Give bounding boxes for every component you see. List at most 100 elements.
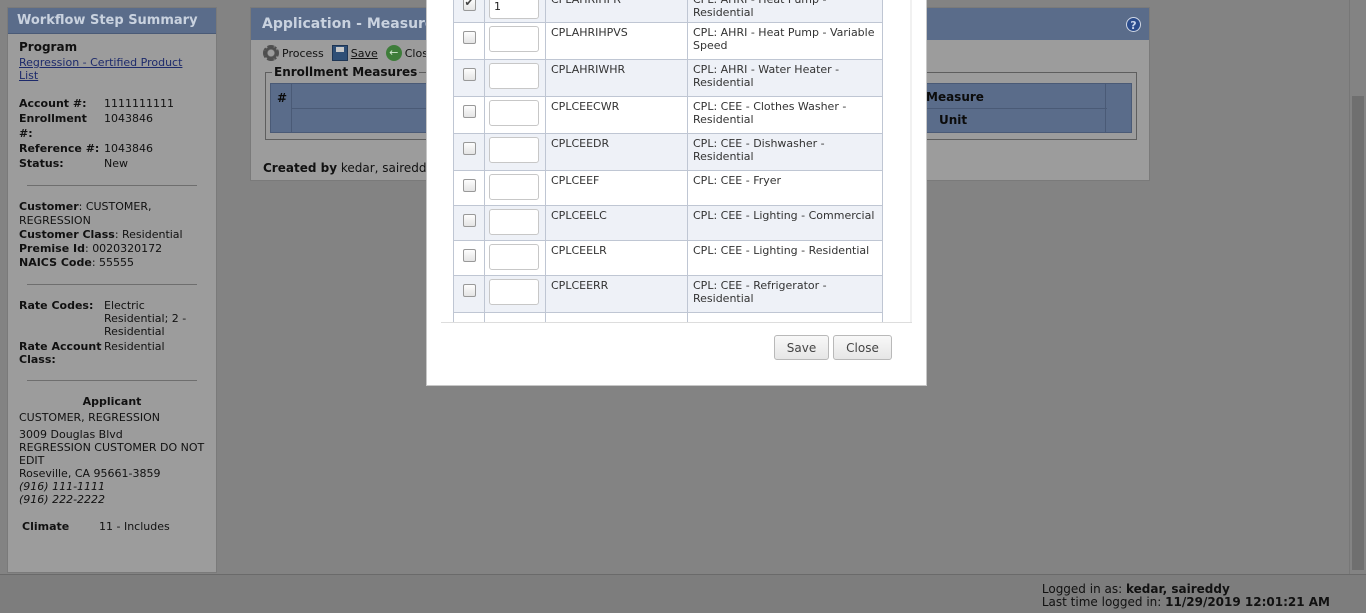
measure-row[interactable]: CPLCEECWR CPL: CEE - Clothes Washer - Res…: [453, 96, 883, 134]
logged-in-user: kedar, saireddy: [1125, 582, 1230, 596]
save-label: Save: [350, 46, 378, 60]
dialog-close-button[interactable]: Close: [833, 335, 892, 360]
measure-description: CPL: CEE - Lighting - Residential: [687, 240, 883, 276]
row-select-cell: [453, 205, 485, 241]
quantity-cell: [484, 59, 546, 97]
measure-row[interactable]: CPLCEEDR CPL: CEE - Dishwasher - Resident…: [453, 133, 883, 171]
dialog-save-button[interactable]: Save: [774, 335, 829, 360]
back-arrow-icon: ←: [385, 45, 402, 61]
row-select-checkbox[interactable]: [462, 0, 476, 11]
row-select-cell: [453, 59, 485, 97]
save-button[interactable]: Save: [331, 45, 378, 61]
created-by-label: Created by: [263, 161, 338, 175]
row-select-checkbox[interactable]: [462, 142, 476, 155]
enrollment-label: Enrollment #:: [19, 112, 87, 140]
quantity-input[interactable]: [489, 63, 539, 89]
quantity-input[interactable]: [489, 209, 539, 235]
measure-code: CPLAHRIHPVS: [545, 22, 688, 60]
phone-1: (916) 111-1111: [19, 480, 106, 493]
measure-description: CPL: AHRI - Heat Pump - Variable Speed: [687, 22, 883, 60]
customer-class-value: Residential: [122, 228, 183, 241]
quantity-cell: [484, 170, 546, 206]
premise-label: Premise Id: [19, 242, 85, 255]
row-select-checkbox[interactable]: [462, 68, 476, 81]
measure-description: CPL: AHRI - Water Heater - Residential: [687, 59, 883, 97]
rate-codes-value: Electric Residential; 2 - Residential: [104, 299, 187, 338]
divider: [27, 380, 197, 381]
account-value: 1111111111: [104, 97, 174, 110]
quantity-input[interactable]: [489, 26, 539, 52]
quantity-cell: [484, 240, 546, 276]
quantity-input[interactable]: [489, 174, 539, 200]
measure-row[interactable]: [453, 312, 883, 322]
quantity-cell: [484, 205, 546, 241]
page-scrollbar[interactable]: [1349, 0, 1366, 574]
process-label: Process: [282, 46, 324, 60]
naics-line: NAICS Code: 55555: [19, 256, 135, 269]
naics-label: NAICS Code: [19, 256, 92, 269]
quantity-cell: [484, 22, 546, 60]
measure-row[interactable]: CPLCEEF CPL: CEE - Fryer: [453, 170, 883, 206]
process-button[interactable]: Process: [263, 45, 324, 61]
reference-value: 1043846: [104, 142, 153, 155]
measure-description: CPL: AHRI - Heat Pump - Residential: [687, 0, 883, 23]
divider: [27, 284, 197, 285]
customer-line: Customer: CUSTOMER, REGRESSION: [19, 200, 152, 227]
measures-dialog: 1 CPLAHRIHPRCPL: AHRI - Heat Pump - Resid…: [426, 0, 927, 386]
logged-in-label: Logged in as:: [1041, 582, 1123, 596]
measure-description: CPL: CEE - Refrigerator - Residential: [687, 275, 883, 313]
measure-code: CPLCEEF: [545, 170, 688, 206]
measure-row[interactable]: 1 CPLAHRIHPRCPL: AHRI - Heat Pump - Resid…: [453, 0, 883, 23]
row-select-checkbox[interactable]: [462, 179, 476, 192]
account-label: Account #:: [19, 97, 87, 110]
measures-grid-viewport: 1 CPLAHRIHPRCPL: AHRI - Heat Pump - Resid…: [441, 0, 912, 323]
help-icon[interactable]: ?: [1126, 17, 1141, 32]
measure-row[interactable]: CPLCEERR CPL: CEE - Refrigerator - Reside…: [453, 275, 883, 313]
save-icon: [331, 45, 348, 61]
quantity-input[interactable]: [489, 100, 539, 126]
quantity-input[interactable]: 1: [489, 0, 539, 19]
row-select-cell: [453, 240, 485, 276]
row-select-cell: [453, 133, 485, 171]
premise-value: 0020320172: [92, 242, 163, 255]
address-line-2: REGRESSION CUSTOMER DO NOT EDIT: [19, 441, 205, 467]
quantity-input[interactable]: [489, 279, 539, 305]
row-select-checkbox[interactable]: [462, 249, 476, 262]
measure-code: CPLCEERR: [545, 275, 688, 313]
measures-grid: 1 CPLAHRIHPRCPL: AHRI - Heat Pump - Resid…: [453, 0, 883, 322]
measure-row[interactable]: CPLCEELR CPL: CEE - Lighting - Residentia…: [453, 240, 883, 276]
row-select-cell: [453, 275, 485, 313]
last-login-value: 11/29/2019 12:01:21 AM: [1165, 595, 1330, 609]
row-select-checkbox[interactable]: [462, 105, 476, 118]
gear-icon: [263, 45, 279, 61]
workflow-summary-title: Workflow Step Summary: [8, 8, 216, 34]
row-select-checkbox[interactable]: [462, 214, 476, 227]
column-header-measure: Measure: [926, 90, 984, 104]
page-scrollbar-thumb[interactable]: [1352, 96, 1364, 570]
phone-2: (916) 222-2222: [19, 493, 106, 506]
address-line-1: 3009 Douglas Blvd: [19, 428, 123, 441]
program-link[interactable]: Regression - Certified Product List: [19, 56, 205, 82]
quantity-input[interactable]: [489, 137, 539, 163]
measure-row[interactable]: CPLAHRIHPVS CPL: AHRI - Heat Pump - Varia…: [453, 22, 883, 60]
reference-label: Reference #:: [19, 142, 100, 155]
measure-code: CPLAHRIHPR: [545, 0, 688, 23]
measure-description: CPL: CEE - Dishwasher - Residential: [687, 133, 883, 171]
row-select-cell: [453, 0, 485, 23]
measure-row[interactable]: CPLCEELC CPL: CEE - Lighting - Commercial: [453, 205, 883, 241]
address-line-3: Roseville, CA 95661-3859: [19, 467, 161, 480]
row-select-checkbox[interactable]: [462, 31, 476, 44]
measure-code: CPLCEELR: [545, 240, 688, 276]
workflow-summary-panel: Workflow Step Summary Program Regression…: [7, 7, 217, 573]
last-login-label: Last time logged in:: [1041, 595, 1162, 609]
login-info: Logged in as: kedar, saireddy Last time …: [1042, 583, 1330, 609]
measure-code: CPLCEECWR: [545, 96, 688, 134]
row-select-checkbox[interactable]: [462, 284, 476, 297]
row-select-cell: [453, 96, 485, 134]
quantity-input[interactable]: [489, 244, 539, 270]
premise-line: Premise Id: 0020320172: [19, 242, 163, 255]
grid-scrollbar[interactable]: ▲ ▼: [910, 0, 912, 322]
footer: Logged in as: kedar, saireddy Last time …: [0, 574, 1366, 613]
measure-row[interactable]: CPLAHRIWHR CPL: AHRI - Water Heater - Res…: [453, 59, 883, 97]
measure-description: CPL: CEE - Fryer: [687, 170, 883, 206]
